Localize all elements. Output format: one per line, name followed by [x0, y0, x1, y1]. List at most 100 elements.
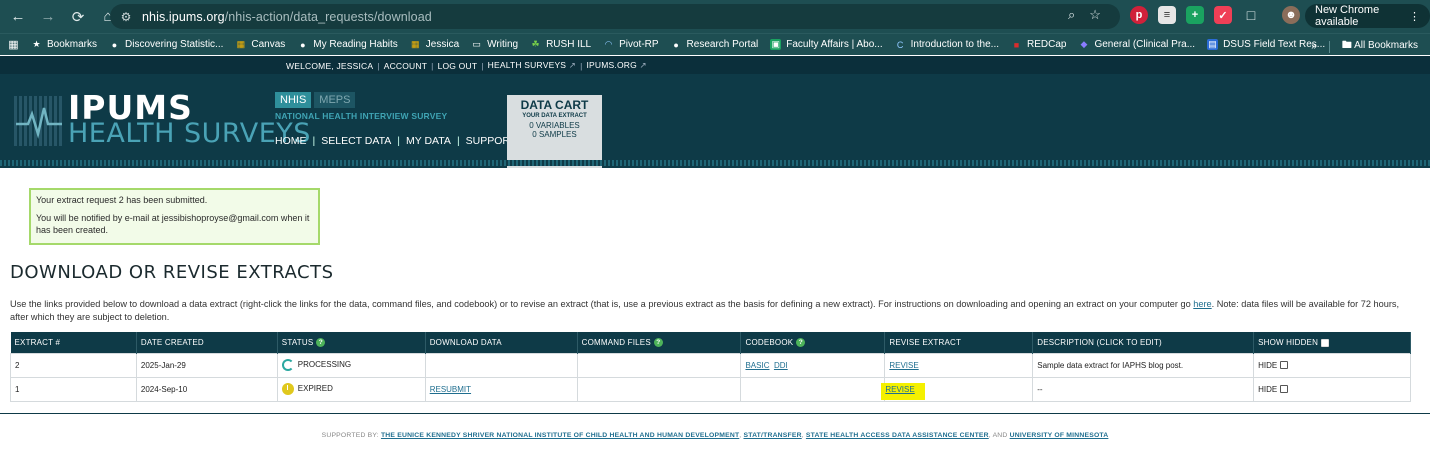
col-extract-number: EXTRACT # [10, 332, 137, 353]
revise-link-highlighted[interactable]: REVISE [881, 382, 925, 400]
ipums-logo[interactable]: IPUMS HEALTH SURVEYS [14, 88, 310, 150]
bookmark-item[interactable]: ● My Reading Habits [297, 39, 398, 50]
ipums-org-link[interactable]: IPUMS.ORG ↗ [587, 60, 647, 71]
resubmit-link[interactable]: RESUBMIT [430, 385, 471, 394]
redcap-icon: ■ [1013, 39, 1020, 50]
expired-clock-icon [281, 383, 294, 395]
footer-divider [0, 413, 1430, 414]
footer-and: AND [992, 432, 1008, 439]
extracts-table: EXTRACT # DATE CREATED STATUS? DOWNLOAD … [10, 332, 1411, 402]
help-icon[interactable]: ? [316, 337, 326, 347]
nav-home[interactable]: HOME [275, 135, 307, 147]
nav-my-data[interactable]: MY DATA [406, 135, 451, 147]
bookmark-item[interactable]: ★ Bookmarks [31, 39, 97, 50]
tab-nhis[interactable]: NHIS [275, 92, 312, 108]
bookmark-item[interactable]: ■ REDCap [1011, 39, 1067, 50]
bookmark-label: Pivot-RP [619, 39, 659, 50]
bookmark-label: RUSH ILL [546, 39, 592, 50]
site-info-icon[interactable]: ⚙ [118, 9, 134, 25]
bookmark-label: Canvas [251, 39, 286, 50]
status-text: EXPIRED [297, 384, 333, 394]
bookmark-item[interactable]: ◆ General (Clinical Pra... [1078, 39, 1196, 50]
status-cell: EXPIRED [276, 376, 426, 402]
help-icon[interactable]: ? [653, 337, 663, 347]
profile-avatar[interactable]: ☻ [1282, 6, 1300, 24]
bookmark-item[interactable]: ● Discovering Statistic... [109, 39, 224, 50]
instructions-here-link[interactable]: here [1193, 299, 1211, 309]
bookmark-label: REDCap [1027, 39, 1067, 50]
data-cart[interactable]: DATA CART YOUR DATA EXTRACT 0 VARIABLES … [507, 95, 602, 168]
data-cart-subtitle: YOUR DATA EXTRACT [522, 113, 587, 119]
bookmark-star-icon[interactable]: ☆ [1089, 7, 1101, 23]
footer-link-stat-transfer[interactable]: STAT/TRANSFER [743, 432, 801, 439]
description-cell[interactable]: -- [1032, 376, 1255, 402]
bookmark-item[interactable]: ☘ RUSH ILL [530, 39, 592, 50]
bookmark-item[interactable]: ● Research Portal [671, 39, 759, 50]
hide-checkbox[interactable] [1280, 361, 1289, 370]
grid-icon: ▦ [236, 39, 246, 49]
star-icon: ★ [32, 39, 41, 49]
show-hidden-checkbox[interactable] [1321, 338, 1330, 347]
all-bookmarks-folder[interactable]: 🖿 All Bookmarks [1342, 38, 1418, 55]
back-arrow-icon[interactable]: ← [6, 5, 30, 29]
document-icon[interactable]: ≡ [1158, 6, 1176, 24]
url-text[interactable]: nhis.ipums.org/nhis-action/data_requests… [142, 10, 432, 24]
codebook-ddi-link[interactable]: DDI [774, 361, 788, 370]
footer-link-umn[interactable]: UNIVERSITY OF MINNESOTA [1010, 432, 1109, 439]
nav-select-data[interactable]: SELECT DATA [321, 135, 391, 147]
bookmark-item[interactable]: ▦ Canvas [235, 39, 286, 50]
external-link-icon: ↗ [568, 60, 577, 70]
revise-cell: REVISE [881, 376, 1034, 402]
pocket-icon[interactable]: ✓ [1214, 6, 1232, 24]
project-tabs: NHIS MEPS [275, 92, 356, 108]
bookmark-label: General (Clinical Pra... [1094, 39, 1196, 50]
command-files-cell [576, 352, 742, 378]
puzzle-icon[interactable]: □ [1242, 6, 1260, 24]
kebab-menu-icon[interactable]: ⋮ [1409, 10, 1420, 23]
zoom-icon[interactable]: ⌕ [1068, 7, 1075, 23]
logout-link[interactable]: LOG OUT [438, 61, 478, 71]
grid-icon: ▦ [411, 39, 420, 49]
footer-link-nichd[interactable]: THE EUNICE KENNEDY SHRIVER NATIONAL INST… [381, 432, 739, 439]
forward-arrow-icon[interactable]: → [36, 5, 60, 29]
all-bookmarks-label: All Bookmarks [1354, 40, 1418, 51]
bookmark-label: Research Portal [686, 39, 759, 50]
green-extension-icon[interactable]: + [1186, 6, 1204, 24]
download-cell: RESUBMIT [424, 376, 578, 402]
tab-meps[interactable]: MEPS [314, 92, 356, 108]
help-icon[interactable]: ? [796, 337, 806, 347]
health-surveys-link[interactable]: HEALTH SURVEYS ↗ [488, 60, 576, 71]
welcome-bar: WELCOME, JESSICA | ACCOUNT | LOG OUT | H… [0, 56, 1430, 74]
account-link[interactable]: ACCOUNT [384, 61, 427, 71]
description-cell[interactable]: Sample data extract for IAPHS blog post. [1032, 352, 1255, 378]
header-dot-strip [0, 160, 1430, 166]
bookmark-label: Writing [487, 39, 519, 50]
hide-cell: HIDE [1253, 376, 1411, 402]
footer-link-shadac[interactable]: STATE HEALTH ACCESS DATA ASSISTANCE CENT… [806, 432, 989, 439]
address-bar[interactable]: ⚙ nhis.ipums.org/nhis-action/data_reques… [110, 4, 1120, 29]
bookmarks-overflow-icon[interactable]: » [1311, 41, 1317, 52]
bookmark-label: Discovering Statistic... [125, 39, 224, 50]
page-title: DOWNLOAD OR REVISE EXTRACTS [10, 262, 334, 283]
pinterest-icon[interactable]: p [1130, 6, 1148, 24]
status-cell: PROCESSING [276, 352, 426, 378]
bookmark-item[interactable]: ▣ Faculty Affairs | Abo... [770, 39, 883, 50]
arc-icon: ◠ [604, 39, 613, 49]
bookmark-item[interactable]: C Introduction to the... [895, 39, 999, 50]
external-link-icon: ↗ [639, 60, 647, 70]
bookmark-item[interactable]: ▤ DSUS Field Text Res... [1207, 39, 1325, 50]
codebook-basic-link[interactable]: BASIC [745, 361, 769, 370]
bookmark-item[interactable]: ◠ Pivot-RP [603, 39, 659, 50]
new-chrome-button[interactable]: New Chrome available ⋮ [1305, 4, 1430, 28]
bookmark-item[interactable]: ▭ Writing [471, 39, 518, 50]
reload-icon[interactable]: ⟳ [66, 5, 90, 29]
table-row: 1 2024-Sep-10 EXPIRED RESUBMIT REVISE --… [10, 376, 1411, 402]
revise-link[interactable]: REVISE [889, 361, 918, 370]
apps-icon[interactable]: ▦ [8, 39, 19, 51]
leaf-icon: ☘ [531, 39, 540, 49]
col-revise-extract: REVISE EXTRACT [884, 332, 1034, 353]
bookmark-item[interactable]: ▦ Jessica [410, 39, 459, 50]
bookmark-label: Bookmarks [47, 39, 98, 50]
codebook-cell: BASIC DDI [740, 352, 886, 378]
hide-checkbox[interactable] [1280, 385, 1289, 394]
